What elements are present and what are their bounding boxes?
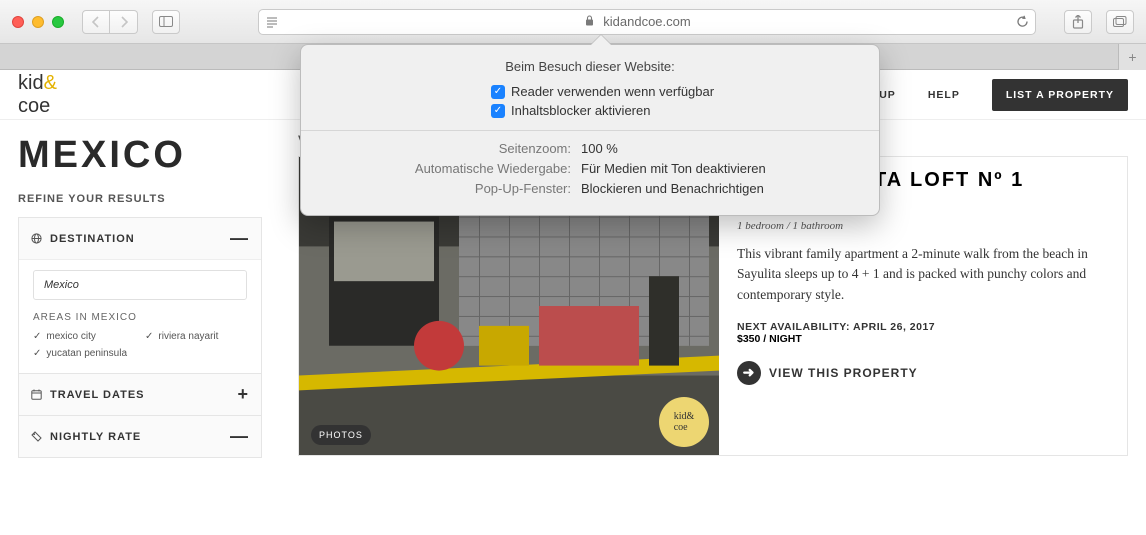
popup-row[interactable]: Pop-Up-Fenster: Blockieren und Benachric… xyxy=(301,181,879,196)
filter-travel-dates-header[interactable]: TRAVEL DATES + xyxy=(19,373,261,415)
filter-destination-label: DESTINATION xyxy=(50,233,135,245)
zoom-window-button[interactable] xyxy=(52,16,64,28)
url-domain-text: kidandcoe.com xyxy=(285,14,1009,29)
area-checkbox[interactable]: ✓ mexico city xyxy=(33,331,135,342)
sidebar: MEXICO REFINE YOUR RESULTS DESTINATION —… xyxy=(0,120,280,472)
filter-nightly-rate-header[interactable]: NIGHTLY RATE — xyxy=(19,415,261,457)
area-label: yucatan peninsula xyxy=(46,348,127,359)
tag-icon xyxy=(31,431,42,442)
brand-badge-icon: kid&coe xyxy=(659,397,709,447)
area-checkbox[interactable]: ✓ yucatan peninsula xyxy=(33,348,135,359)
zoom-value: 100 % xyxy=(581,141,618,156)
tabs-button[interactable] xyxy=(1106,10,1134,34)
listing-meta: 1 bedroom / 1 bathroom xyxy=(737,220,1109,232)
zoom-row[interactable]: Seitenzoom: 100 % xyxy=(301,141,879,156)
expand-icon: + xyxy=(237,384,249,405)
refine-label: REFINE YOUR RESULTS xyxy=(18,193,262,205)
nav-back-forward xyxy=(82,10,138,34)
filter-destination-header[interactable]: DESTINATION — xyxy=(19,218,261,259)
content-blocker-checkbox-label: Inhaltsblocker aktivieren xyxy=(511,103,650,118)
photos-toggle-button[interactable]: PHOTOS xyxy=(311,425,371,445)
view-property-link[interactable]: ➜ VIEW THIS PROPERTY xyxy=(737,361,1109,385)
site-logo[interactable]: kid&coe xyxy=(18,72,57,118)
minimize-window-button[interactable] xyxy=(32,16,44,28)
reload-button[interactable] xyxy=(1009,15,1035,28)
autoplay-row[interactable]: Automatische Wiedergabe: Für Medien mit … xyxy=(301,161,879,176)
reader-icon[interactable] xyxy=(259,16,285,28)
zoom-label: Seitenzoom: xyxy=(301,141,581,156)
area-label: riviera nayarit xyxy=(158,331,218,342)
nav-help-link[interactable]: HELP xyxy=(928,89,960,101)
area-checkbox[interactable]: ✓ riviera nayarit xyxy=(145,331,247,342)
areas-list: ✓ mexico city ✓ riviera nayarit ✓ yucatan p… xyxy=(33,331,247,359)
destination-input[interactable] xyxy=(33,270,247,300)
check-icon: ✓ xyxy=(145,331,153,342)
filter-travel-dates-label: TRAVEL DATES xyxy=(50,389,145,401)
list-property-button[interactable]: LIST A PROPERTY xyxy=(992,79,1128,111)
filter-destination-body: AREAS IN MEXICO ✓ mexico city ✓ riviera na… xyxy=(19,259,261,373)
collapse-icon: — xyxy=(230,228,249,249)
checkbox-checked-icon: ✓ xyxy=(491,104,505,118)
check-icon: ✓ xyxy=(33,348,41,359)
autoplay-label: Automatische Wiedergabe: xyxy=(301,161,581,176)
popup-label: Pop-Up-Fenster: xyxy=(301,181,581,196)
sidebar-toggle-button[interactable] xyxy=(152,10,180,34)
autoplay-value: Für Medien mit Ton deaktivieren xyxy=(581,161,766,176)
listing-availability: NEXT AVAILABILITY: APRIL 26, 2017 xyxy=(737,321,1109,333)
back-button[interactable] xyxy=(82,10,110,34)
window-controls xyxy=(12,16,64,28)
popup-value: Blockieren und Benachrichtigen xyxy=(581,181,764,196)
divider xyxy=(301,130,879,131)
collapse-icon: — xyxy=(230,426,249,447)
lock-icon xyxy=(585,15,594,29)
popover-title: Beim Besuch dieser Website: xyxy=(301,59,879,74)
view-property-label: VIEW THIS PROPERTY xyxy=(769,366,918,380)
listing-description: This vibrant family apartment a 2-minute… xyxy=(737,244,1109,305)
address-bar[interactable]: kidandcoe.com xyxy=(258,9,1036,35)
arrow-right-icon: ➜ xyxy=(737,361,761,385)
area-label: mexico city xyxy=(46,331,95,342)
content-blocker-checkbox-row[interactable]: ✓ Inhaltsblocker aktivieren xyxy=(491,103,879,118)
reader-checkbox-label: Reader verwenden wenn verfügbar xyxy=(511,84,714,99)
page-title: MEXICO xyxy=(18,134,262,177)
share-button[interactable] xyxy=(1064,10,1092,34)
checkbox-checked-icon: ✓ xyxy=(491,85,505,99)
website-settings-popover: Beim Besuch dieser Website: ✓ Reader ver… xyxy=(300,44,880,216)
globe-icon xyxy=(31,233,42,244)
calendar-icon xyxy=(31,389,42,400)
new-tab-button[interactable]: + xyxy=(1118,44,1146,70)
check-icon: ✓ xyxy=(33,331,41,342)
header-nav: SIGN UP HELP LIST A PROPERTY xyxy=(846,79,1128,111)
listing-price: $350 / NIGHT xyxy=(737,333,1109,345)
filter-panel: DESTINATION — AREAS IN MEXICO ✓ mexico ci… xyxy=(18,217,262,458)
areas-label: AREAS IN MEXICO xyxy=(33,312,247,323)
filter-nightly-rate-label: NIGHTLY RATE xyxy=(50,431,141,443)
logo-part-a: kid xyxy=(18,72,44,94)
logo-ampersand: & xyxy=(44,72,57,94)
logo-part-b: coe xyxy=(18,95,50,117)
reader-checkbox-row[interactable]: ✓ Reader verwenden wenn verfügbar xyxy=(491,84,879,99)
browser-toolbar: kidandcoe.com xyxy=(0,0,1146,44)
forward-button[interactable] xyxy=(110,10,138,34)
close-window-button[interactable] xyxy=(12,16,24,28)
